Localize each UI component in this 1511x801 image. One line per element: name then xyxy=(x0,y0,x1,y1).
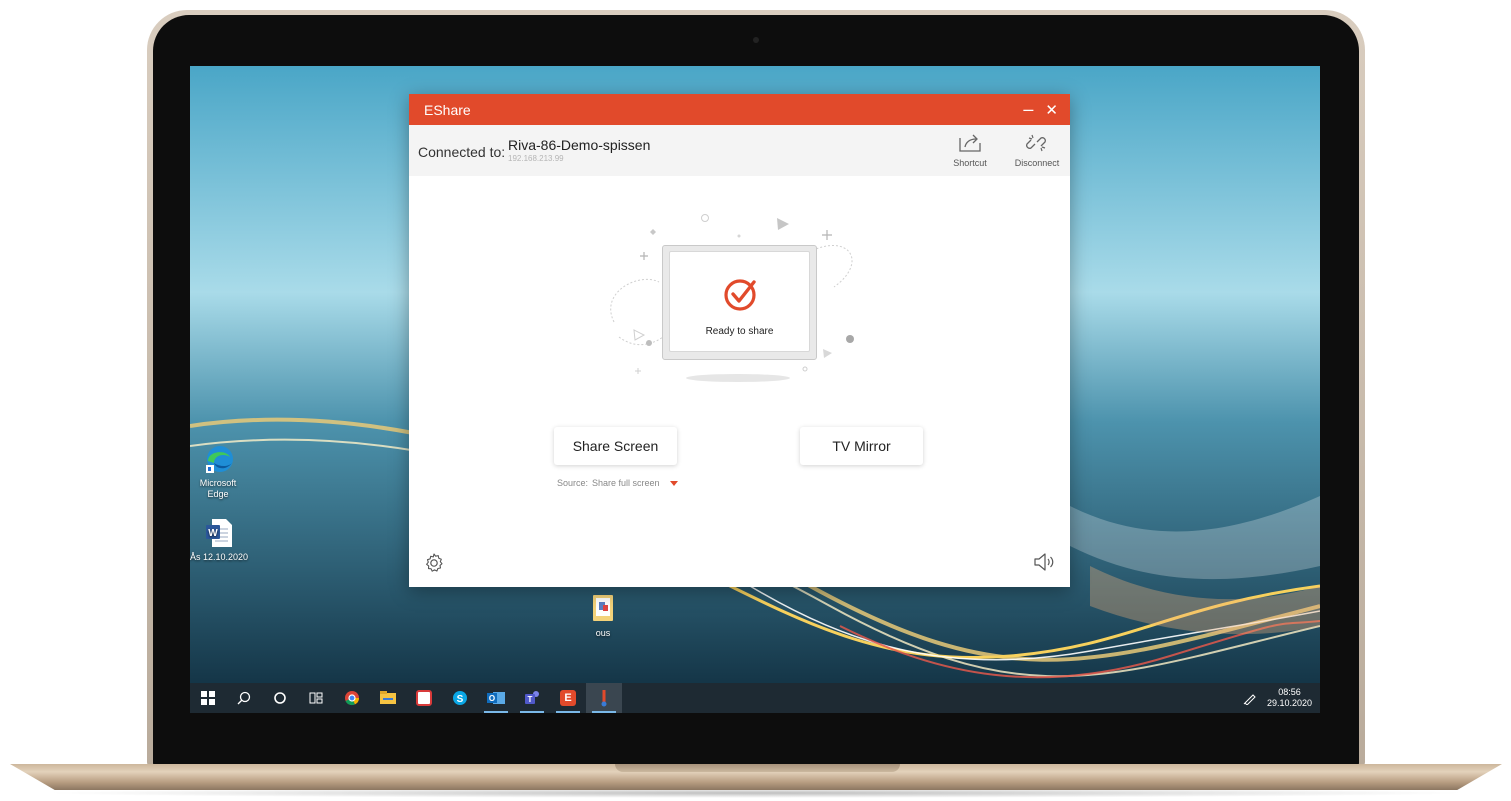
chrome-icon[interactable] xyxy=(334,683,370,713)
laptop-mockup: Microsoft Edge W Ås 12.10.2020 ous EShar… xyxy=(0,0,1511,801)
desktop-icon-label: Microsoft xyxy=(199,478,237,488)
taskbar: S O T E 08:56 29.10.2020 xyxy=(190,683,1320,713)
check-circle-icon xyxy=(724,279,756,311)
desktop-icon-word-doc[interactable]: W Ås 12.10.2020 xyxy=(190,517,249,563)
laptop-hinge-notch xyxy=(615,764,900,772)
teams-icon[interactable]: T xyxy=(514,683,550,713)
desktop-icon-folder[interactable]: ous xyxy=(575,593,631,639)
shortcut-button[interactable]: Shortcut xyxy=(944,131,996,168)
desktop-icon-label: ous xyxy=(595,628,611,638)
window-title: EShare xyxy=(424,101,471,118)
monitor-screen: Ready to share xyxy=(669,251,810,352)
ready-status-text: Ready to share xyxy=(705,326,774,337)
clock-time: 08:56 xyxy=(1278,687,1301,697)
tv-mirror-button[interactable]: TV Mirror xyxy=(800,427,923,465)
chevron-down-icon xyxy=(669,480,678,486)
connection-bar: Connected to: Riva-86-Demo-spissen 192.1… xyxy=(409,125,1070,176)
webcam xyxy=(753,37,759,43)
svg-text:S: S xyxy=(457,694,464,705)
desktop-screen: Microsoft Edge W Ås 12.10.2020 ous EShar… xyxy=(190,66,1320,713)
cortana-icon[interactable] xyxy=(262,683,298,713)
desktop-icon-label: Ås 12.10.2020 xyxy=(190,552,249,562)
disconnect-button[interactable]: Disconnect xyxy=(1011,131,1063,168)
pinned-app-icon[interactable] xyxy=(586,683,622,713)
task-view-icon[interactable] xyxy=(298,683,334,713)
device-ip: 192.168.213.99 xyxy=(508,154,564,163)
share-arrow-icon xyxy=(944,131,996,155)
svg-text:T: T xyxy=(528,695,533,704)
window-controls: – ✕ xyxy=(1023,94,1058,125)
system-tray: 08:56 29.10.2020 xyxy=(1243,683,1312,713)
source-label: Source: xyxy=(557,478,589,488)
share-screen-button[interactable]: Share Screen xyxy=(554,427,677,465)
desktop-icon-edge[interactable]: Microsoft Edge xyxy=(190,443,246,500)
source-selector[interactable]: Source: Share full screen xyxy=(557,478,678,488)
speaker-icon[interactable] xyxy=(1032,551,1056,573)
pen-icon[interactable] xyxy=(1243,691,1257,705)
clock-date: 29.10.2020 xyxy=(1266,698,1312,708)
windows-start-icon[interactable] xyxy=(190,683,226,713)
close-button[interactable]: ✕ xyxy=(1045,101,1058,119)
device-name: Riva-86-Demo-spissen xyxy=(508,137,651,153)
file-explorer-icon[interactable] xyxy=(370,683,406,713)
folder-icon xyxy=(590,593,616,625)
unlink-icon xyxy=(1011,131,1063,155)
search-icon[interactable] xyxy=(226,683,262,713)
gear-icon[interactable] xyxy=(423,552,445,574)
source-value: Share full screen xyxy=(592,478,660,488)
eshare-icon[interactable]: E xyxy=(550,683,586,713)
minimize-button[interactable]: – xyxy=(1023,99,1033,120)
svg-text:W: W xyxy=(208,528,218,539)
disconnect-label: Disconnect xyxy=(1014,158,1060,168)
outlook-icon[interactable]: O xyxy=(478,683,514,713)
system-clock[interactable]: 08:56 29.10.2020 xyxy=(1267,687,1312,709)
monitor-graphic: Ready to share xyxy=(662,245,817,360)
shortcut-label: Shortcut xyxy=(953,158,987,168)
title-bar: EShare – ✕ xyxy=(409,94,1070,125)
edge-icon xyxy=(202,443,234,475)
svg-text:O: O xyxy=(489,694,495,703)
desktop-icon-label-2: Edge xyxy=(207,489,229,499)
skype-icon[interactable]: S xyxy=(442,683,478,713)
word-document-icon: W xyxy=(203,517,235,549)
app-red-icon[interactable] xyxy=(406,683,442,713)
eshare-window: EShare – ✕ Connected to: Riva-86-Demo-sp… xyxy=(409,94,1070,587)
connected-to-label: Connected to: xyxy=(418,144,506,160)
